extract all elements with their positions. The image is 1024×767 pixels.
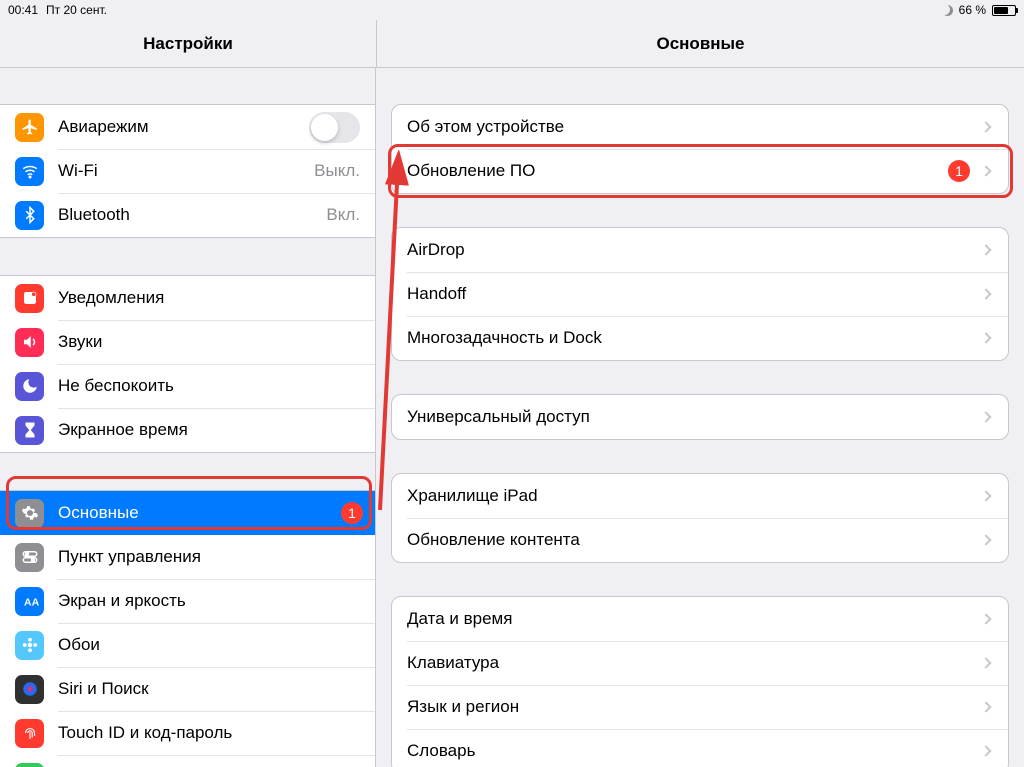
siri-icon — [15, 675, 44, 704]
sidebar-item-label: Основные — [58, 503, 341, 523]
sidebar-item-display[interactable]: AA Экран и яркость — [0, 579, 375, 623]
badge: 1 — [341, 502, 363, 524]
main-item-storage[interactable]: Хранилище iPad — [392, 474, 1008, 518]
main-item-label: Обновление ПО — [407, 161, 948, 181]
chevron-right-icon — [980, 534, 991, 545]
sidebar-item-label: Экранное время — [58, 420, 375, 440]
main-item-label: Дата и время — [407, 609, 982, 629]
main-item-label: Об этом устройстве — [407, 117, 982, 137]
fingerprint-icon — [15, 719, 44, 748]
main-item-label: Универсальный доступ — [407, 407, 982, 427]
status-bar: 00:41 Пт 20 сент. 66 % — [0, 0, 1024, 20]
main-item-software-update[interactable]: Обновление ПО 1 — [392, 149, 1008, 193]
main-item-label: Язык и регион — [407, 697, 982, 717]
chevron-right-icon — [980, 745, 991, 756]
sounds-icon — [15, 328, 44, 357]
sidebar-item-label: Не беспокоить — [58, 376, 375, 396]
chevron-right-icon — [980, 490, 991, 501]
airplane-toggle[interactable] — [309, 112, 360, 143]
wifi-value: Выкл. — [314, 161, 360, 181]
main-item-label: AirDrop — [407, 240, 982, 260]
sidebar-item-general[interactable]: Основные 1 — [0, 491, 375, 535]
toggle-icon — [15, 543, 44, 572]
flower-icon — [15, 631, 44, 660]
sidebar-title: Настройки — [0, 20, 376, 68]
main-item-handoff[interactable]: Handoff — [392, 272, 1008, 316]
badge: 1 — [948, 160, 970, 182]
chevron-right-icon — [980, 244, 991, 255]
main-item-about[interactable]: Об этом устройстве — [392, 105, 1008, 149]
main-item-label: Handoff — [407, 284, 982, 304]
main-title: Основные — [376, 20, 1024, 68]
sidebar-item-label: Siri и Поиск — [58, 679, 375, 699]
main-item-label: Клавиатура — [407, 653, 982, 673]
chevron-right-icon — [980, 332, 991, 343]
main-item-datetime[interactable]: Дата и время — [392, 597, 1008, 641]
sidebar-item-wallpaper[interactable]: Обои — [0, 623, 375, 667]
sidebar-item-control-center[interactable]: Пункт управления — [0, 535, 375, 579]
sidebar-item-screentime[interactable]: Экранное время — [0, 408, 375, 452]
chevron-right-icon — [980, 701, 991, 712]
main-item-dictionary[interactable]: Словарь — [392, 729, 1008, 767]
settings-sidebar: Авиарежим Wi-Fi Выкл. Bluetooth Вкл. Уве… — [0, 68, 376, 767]
chevron-right-icon — [980, 657, 991, 668]
main-pane: Об этом устройстве Обновление ПО 1 AirDr… — [376, 68, 1024, 767]
sidebar-item-label: Экран и яркость — [58, 591, 375, 611]
sidebar-item-wifi[interactable]: Wi-Fi Выкл. — [0, 149, 375, 193]
sidebar-item-label: Wi-Fi — [58, 161, 314, 181]
sidebar-item-notifications[interactable]: Уведомления — [0, 276, 375, 320]
status-date: Пт 20 сент. — [46, 3, 107, 17]
bluetooth-icon — [15, 201, 44, 230]
sidebar-item-label: Обои — [58, 635, 375, 655]
gear-icon — [15, 499, 44, 528]
moon-icon — [15, 372, 44, 401]
sidebar-item-label: Уведомления — [58, 288, 375, 308]
sidebar-item-siri[interactable]: Siri и Поиск — [0, 667, 375, 711]
main-item-accessibility[interactable]: Универсальный доступ — [392, 395, 1008, 439]
main-item-language[interactable]: Язык и регион — [392, 685, 1008, 729]
battery-icon — [15, 763, 44, 767]
main-item-background-refresh[interactable]: Обновление контента — [392, 518, 1008, 562]
chevron-right-icon — [980, 288, 991, 299]
sidebar-item-label: Авиарежим — [58, 117, 309, 137]
bluetooth-value: Вкл. — [326, 205, 360, 225]
sidebar-item-touchid[interactable]: Touch ID и код-пароль — [0, 711, 375, 755]
sidebar-item-label: Пункт управления — [58, 547, 375, 567]
main-item-keyboard[interactable]: Клавиатура — [392, 641, 1008, 685]
main-item-label: Многозадачность и Dock — [407, 328, 982, 348]
chevron-right-icon — [980, 613, 991, 624]
main-item-label: Обновление контента — [407, 530, 982, 550]
main-item-airdrop[interactable]: AirDrop — [392, 228, 1008, 272]
sidebar-item-dnd[interactable]: Не беспокоить — [0, 364, 375, 408]
main-item-multitasking[interactable]: Многозадачность и Dock — [392, 316, 1008, 360]
notifications-icon — [15, 284, 44, 313]
svg-text:AA: AA — [24, 597, 39, 609]
main-item-label: Хранилище iPad — [407, 486, 982, 506]
chevron-right-icon — [980, 121, 991, 132]
status-time: 00:41 — [8, 3, 38, 17]
sidebar-item-label: Звуки — [58, 332, 375, 352]
sidebar-item-airplane[interactable]: Авиарежим — [0, 105, 375, 149]
sidebar-item-label: Touch ID и код-пароль — [58, 723, 375, 743]
sidebar-item-battery[interactable]: Аккумулятор — [0, 755, 375, 767]
chevron-right-icon — [980, 165, 991, 176]
sidebar-item-label: Bluetooth — [58, 205, 326, 225]
wifi-icon — [15, 157, 44, 186]
main-item-label: Словарь — [407, 741, 982, 761]
dnd-icon — [942, 5, 953, 16]
chevron-right-icon — [980, 411, 991, 422]
battery-icon — [992, 5, 1016, 16]
display-icon: AA — [15, 587, 44, 616]
sidebar-item-sounds[interactable]: Звуки — [0, 320, 375, 364]
battery-label: 66 % — [959, 3, 986, 17]
sidebar-item-bluetooth[interactable]: Bluetooth Вкл. — [0, 193, 375, 237]
hourglass-icon — [15, 416, 44, 445]
airplane-icon — [15, 113, 44, 142]
